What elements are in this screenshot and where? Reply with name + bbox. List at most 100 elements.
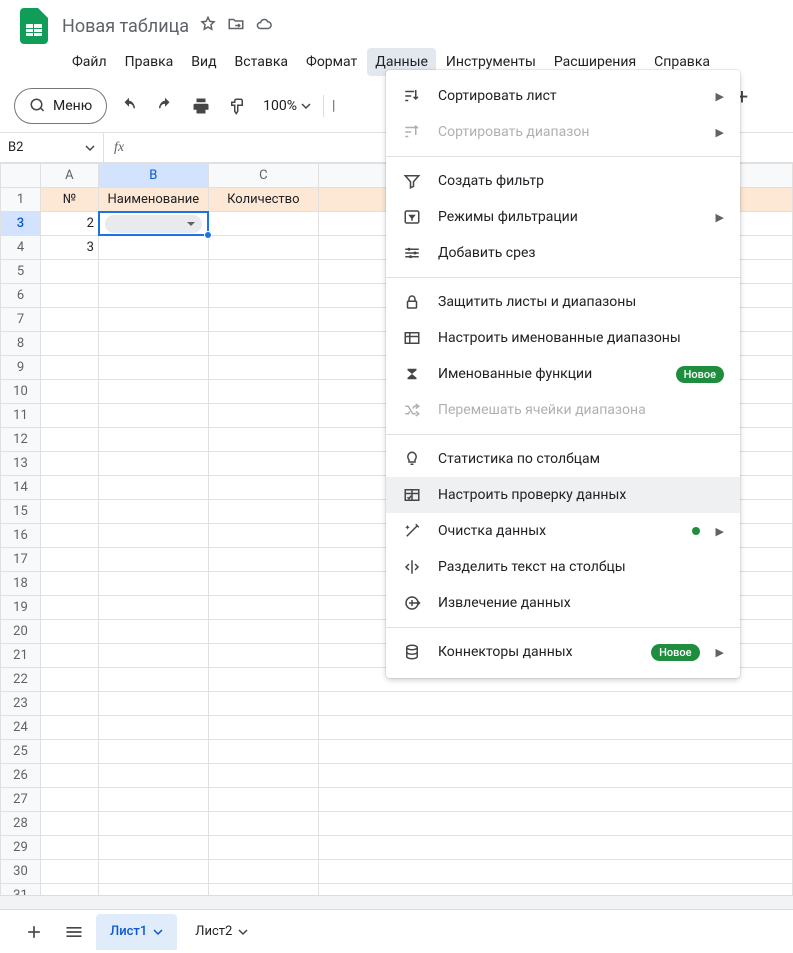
cell-B28[interactable] (98, 812, 208, 836)
row-header-17[interactable]: 17 (1, 548, 41, 572)
cell-C4[interactable] (208, 236, 318, 260)
menu-item-db[interactable]: Коннекторы данныхНовое▶ (386, 634, 740, 670)
cell-A1[interactable]: № (40, 188, 98, 212)
cell-C13[interactable] (208, 452, 318, 476)
cell-C18[interactable] (208, 572, 318, 596)
cell-B17[interactable] (98, 548, 208, 572)
row-header-18[interactable]: 18 (1, 572, 41, 596)
row-header-7[interactable]: 7 (1, 308, 41, 332)
cell-C16[interactable] (208, 524, 318, 548)
row-header-20[interactable]: 20 (1, 620, 41, 644)
cell-B11[interactable] (98, 404, 208, 428)
menu-item-filter[interactable]: Создать фильтр (386, 163, 740, 199)
cell-C21[interactable] (208, 644, 318, 668)
col-header-B[interactable]: B (98, 164, 208, 188)
menu-item-wand[interactable]: Очистка данных▶ (386, 513, 740, 549)
cell-A29[interactable] (40, 836, 98, 860)
row-header-5[interactable]: 5 (1, 260, 41, 284)
dropdown-chip[interactable] (105, 215, 202, 233)
cell-B29[interactable] (98, 836, 208, 860)
cell-C20[interactable] (208, 620, 318, 644)
cell-A27[interactable] (40, 788, 98, 812)
row-header-30[interactable]: 30 (1, 860, 41, 884)
cell-B25[interactable] (98, 740, 208, 764)
cell-C3[interactable] (208, 212, 318, 236)
cell-A13[interactable] (40, 452, 98, 476)
cell-B19[interactable] (98, 596, 208, 620)
cell-A30[interactable] (40, 860, 98, 884)
cell-D26[interactable] (318, 764, 792, 788)
row-header-13[interactable]: 13 (1, 452, 41, 476)
paint-format-button[interactable] (223, 92, 251, 120)
all-sheets-button[interactable] (56, 914, 92, 950)
row-header-27[interactable]: 27 (1, 788, 41, 812)
cell-B27[interactable] (98, 788, 208, 812)
row-header-9[interactable]: 9 (1, 356, 41, 380)
cell-A23[interactable] (40, 692, 98, 716)
row-header-1[interactable]: 1 (1, 188, 41, 212)
menu-Файл[interactable]: Файл (64, 48, 115, 76)
cell-B26[interactable] (98, 764, 208, 788)
row-header-15[interactable]: 15 (1, 500, 41, 524)
cell-A16[interactable] (40, 524, 98, 548)
search-menus[interactable]: Меню (14, 88, 107, 124)
cell-A10[interactable] (40, 380, 98, 404)
cell-C30[interactable] (208, 860, 318, 884)
cell-C28[interactable] (208, 812, 318, 836)
sheet-tab-Лист2[interactable]: Лист2 (181, 914, 262, 950)
cell-B14[interactable] (98, 476, 208, 500)
row-header-8[interactable]: 8 (1, 332, 41, 356)
cell-D24[interactable] (318, 716, 792, 740)
cell-C11[interactable] (208, 404, 318, 428)
cell-B16[interactable] (98, 524, 208, 548)
cell-C25[interactable] (208, 740, 318, 764)
add-sheet-button[interactable] (16, 914, 52, 950)
menu-Правка[interactable]: Правка (117, 48, 182, 76)
cell-B20[interactable] (98, 620, 208, 644)
cell-B12[interactable] (98, 428, 208, 452)
row-header-4[interactable]: 4 (1, 236, 41, 260)
cell-B15[interactable] (98, 500, 208, 524)
menu-Вставка[interactable]: Вставка (227, 48, 296, 76)
cell-A26[interactable] (40, 764, 98, 788)
cell-B23[interactable] (98, 692, 208, 716)
row-header-11[interactable]: 11 (1, 404, 41, 428)
cell-A17[interactable] (40, 548, 98, 572)
cell-C19[interactable] (208, 596, 318, 620)
menu-item-sort-sheet[interactable]: Сортировать лист▶ (386, 78, 740, 114)
cell-B3[interactable] (98, 212, 208, 236)
cell-C29[interactable] (208, 836, 318, 860)
menu-item-data-validation[interactable]: Настроить проверку данных (386, 477, 740, 513)
row-header-25[interactable]: 25 (1, 740, 41, 764)
cell-A19[interactable] (40, 596, 98, 620)
row-header-3[interactable]: 3 (1, 212, 41, 236)
row-header-10[interactable]: 10 (1, 380, 41, 404)
undo-button[interactable] (115, 92, 143, 120)
cloud-icon[interactable] (255, 15, 273, 37)
cell-A7[interactable] (40, 308, 98, 332)
col-header-A[interactable]: A (40, 164, 98, 188)
cell-B30[interactable] (98, 860, 208, 884)
cell-B8[interactable] (98, 332, 208, 356)
cell-D23[interactable] (318, 692, 792, 716)
cell-A28[interactable] (40, 812, 98, 836)
cell-C23[interactable] (208, 692, 318, 716)
menu-item-lock[interactable]: Защитить листы и диапазоны (386, 284, 740, 320)
menu-item-slicer[interactable]: Добавить срез (386, 235, 740, 271)
menu-item-bulb[interactable]: Статистика по столбцам (386, 441, 740, 477)
row-header-24[interactable]: 24 (1, 716, 41, 740)
cell-B13[interactable] (98, 452, 208, 476)
cell-B6[interactable] (98, 284, 208, 308)
select-all-corner[interactable] (1, 164, 41, 188)
row-header-19[interactable]: 19 (1, 596, 41, 620)
cell-D29[interactable] (318, 836, 792, 860)
menu-item-named-range[interactable]: Настроить именованные диапазоны (386, 320, 740, 356)
cell-A8[interactable] (40, 332, 98, 356)
cell-C22[interactable] (208, 668, 318, 692)
name-box[interactable]: B2 (0, 133, 104, 162)
cell-A20[interactable] (40, 620, 98, 644)
cell-C15[interactable] (208, 500, 318, 524)
cell-A14[interactable] (40, 476, 98, 500)
print-button[interactable] (187, 92, 215, 120)
cell-B7[interactable] (98, 308, 208, 332)
